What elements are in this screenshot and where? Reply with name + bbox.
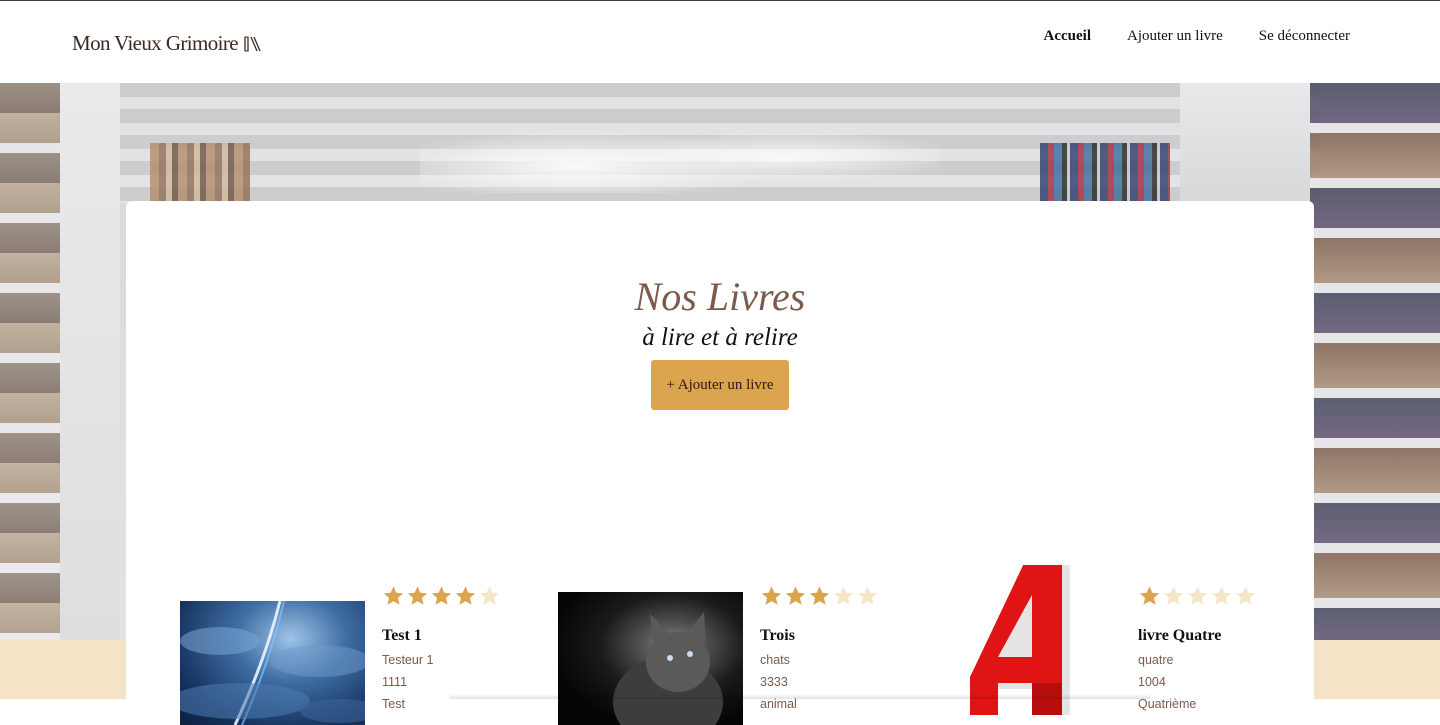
main-nav: Accueil Ajouter un livre Se déconnecter bbox=[1044, 28, 1351, 45]
star-icon bbox=[455, 586, 476, 605]
book-year: 3333 bbox=[760, 675, 788, 689]
books-card: Nos Livres à lire et à relire + Ajouter … bbox=[126, 201, 1314, 725]
rating-stars bbox=[760, 585, 888, 607]
star-icon bbox=[431, 586, 452, 605]
ceiling-lights bbox=[420, 103, 940, 193]
add-book-button[interactable]: + Ajouter un livre bbox=[651, 360, 789, 410]
site-logo[interactable]: Mon Vieux Grimoire bbox=[72, 31, 261, 56]
logo-text: Mon Vieux Grimoire bbox=[72, 31, 239, 55]
shelf-column bbox=[60, 83, 120, 640]
bookshelf-left bbox=[0, 83, 60, 640]
star-icon bbox=[1187, 586, 1208, 605]
book-author: Testeur 1 bbox=[382, 653, 434, 667]
star-icon bbox=[857, 586, 878, 605]
books-icon bbox=[244, 36, 261, 51]
book-card[interactable]: livre Quatre quatre 1004 Quatrième bbox=[936, 565, 1266, 725]
book-genre: animal bbox=[760, 697, 797, 711]
bookshelf-center-right bbox=[1040, 143, 1170, 203]
book-cover-image bbox=[936, 565, 1121, 725]
star-icon bbox=[761, 586, 782, 605]
star-icon bbox=[1139, 586, 1160, 605]
book-title: Test 1 bbox=[382, 627, 422, 644]
rating-stars bbox=[1138, 585, 1266, 607]
star-icon bbox=[407, 586, 428, 605]
book-card[interactable]: Trois chats 3333 animal bbox=[558, 585, 888, 725]
book-author: chats bbox=[760, 653, 790, 667]
page-title: Nos Livres bbox=[634, 274, 806, 319]
book-info: Trois chats 3333 animal bbox=[760, 585, 888, 725]
bookshelf-right bbox=[1310, 83, 1440, 640]
page-subtitle: à lire et à relire bbox=[642, 324, 798, 351]
book-genre: Quatrième bbox=[1138, 697, 1197, 711]
book-genre: Test bbox=[382, 697, 405, 711]
book-info: Test 1 Testeur 1 1111 Test bbox=[382, 585, 510, 725]
book-cover-image bbox=[180, 601, 365, 725]
book-title: Trois bbox=[760, 627, 795, 644]
star-icon bbox=[833, 586, 854, 605]
star-icon bbox=[479, 586, 500, 605]
site-header: Mon Vieux Grimoire Accueil Ajouter un li… bbox=[0, 1, 1440, 83]
rating-stars bbox=[382, 585, 510, 607]
star-icon bbox=[383, 586, 404, 605]
star-icon bbox=[785, 586, 806, 605]
star-icon bbox=[809, 586, 830, 605]
nav-ajouter-livre[interactable]: Ajouter un livre bbox=[1127, 28, 1223, 45]
red-number-four bbox=[970, 565, 1070, 715]
book-card[interactable]: Test 1 Testeur 1 1111 Test bbox=[180, 585, 510, 725]
shelf-column bbox=[1180, 83, 1310, 203]
cat-illustration bbox=[613, 612, 723, 725]
book-info: livre Quatre quatre 1004 Quatrième bbox=[1138, 585, 1266, 725]
book-cover-image bbox=[558, 592, 743, 725]
book-year: 1004 bbox=[1138, 675, 1166, 689]
scroll-shadow bbox=[450, 694, 1150, 699]
book-author: quatre bbox=[1138, 653, 1174, 667]
star-icon bbox=[1235, 586, 1256, 605]
book-title: livre Quatre bbox=[1138, 627, 1222, 644]
nav-se-deconnecter[interactable]: Se déconnecter bbox=[1259, 28, 1350, 45]
star-icon bbox=[1211, 586, 1232, 605]
nav-accueil[interactable]: Accueil bbox=[1044, 28, 1091, 45]
book-year: 1111 bbox=[382, 675, 408, 689]
star-icon bbox=[1163, 586, 1184, 605]
comet-illustration bbox=[180, 601, 365, 725]
